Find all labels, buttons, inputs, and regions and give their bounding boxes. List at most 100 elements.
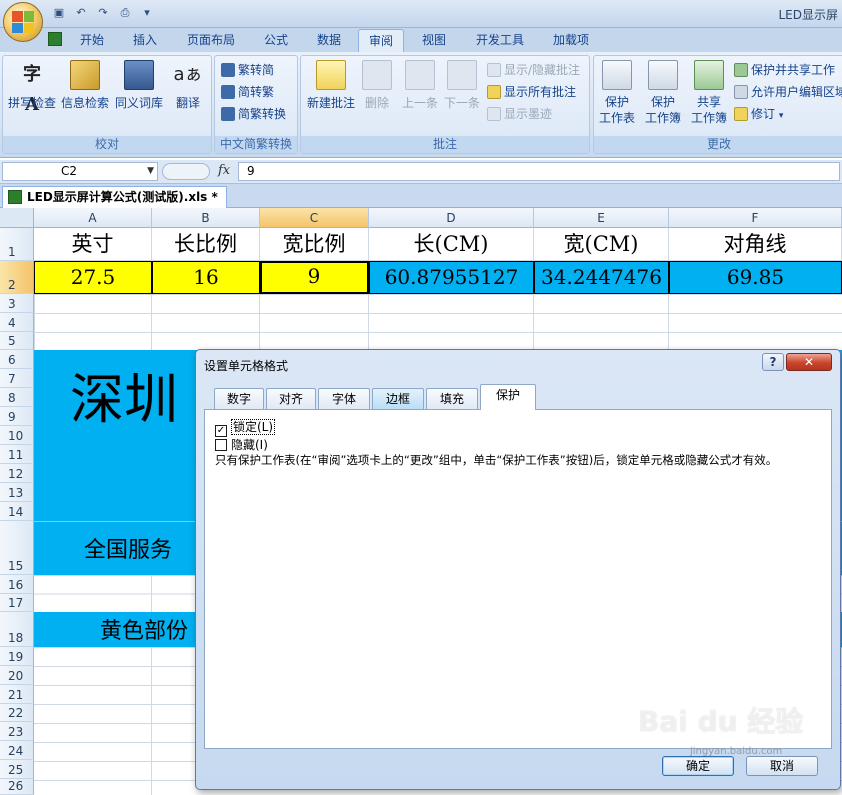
tab-data[interactable]: 数据 bbox=[307, 29, 351, 52]
row-header[interactable]: 26 bbox=[0, 779, 34, 795]
redo-icon[interactable]: ↷ bbox=[94, 4, 112, 22]
excel-icon-tab[interactable] bbox=[44, 29, 66, 52]
row-header[interactable]: 10 bbox=[0, 426, 34, 445]
row-header[interactable]: 13 bbox=[0, 483, 34, 502]
protect-sheet-button[interactable]: 保护 工作表 bbox=[596, 60, 638, 126]
cell-c1[interactable]: 宽比例 bbox=[260, 228, 369, 261]
save-icon[interactable]: ▣ bbox=[50, 4, 68, 22]
show-ink-button[interactable]: 显示墨迹 bbox=[487, 104, 552, 124]
cancel-button[interactable]: 取消 bbox=[746, 756, 818, 776]
spell-check-button[interactable]: 字A 拼写检查 bbox=[7, 60, 57, 115]
hidden-checkbox[interactable]: 隐藏(I) bbox=[215, 436, 268, 453]
cell-d2[interactable]: 60.87955127 bbox=[369, 261, 534, 294]
row-header[interactable]: 15 bbox=[0, 521, 34, 575]
row-header[interactable]: 18 bbox=[0, 612, 34, 647]
research-button[interactable]: 信息检索 bbox=[59, 60, 111, 111]
delete-comment-button[interactable]: 删除 bbox=[359, 60, 395, 111]
tab-developer[interactable]: 开发工具 bbox=[466, 29, 534, 52]
show-all-comments-button[interactable]: 显示所有批注 bbox=[487, 82, 576, 102]
row-header[interactable]: 16 bbox=[0, 575, 34, 594]
tab-border[interactable]: 边框 bbox=[372, 388, 424, 410]
cell-f2[interactable]: 69.85 bbox=[669, 261, 842, 294]
cell-b1[interactable]: 长比例 bbox=[152, 228, 260, 261]
row-header[interactable]: 23 bbox=[0, 722, 34, 741]
protect-and-share-button[interactable]: 保护并共享工作 bbox=[734, 60, 835, 80]
office-button[interactable] bbox=[3, 2, 43, 42]
cell-e2[interactable]: 34.2447476 bbox=[534, 261, 669, 294]
print-preview-icon[interactable]: ⎙ bbox=[116, 4, 134, 22]
protect-workbook-button[interactable]: 保护 工作簿 bbox=[640, 60, 686, 126]
locked-checkbox[interactable]: ✓ 锁定(L) bbox=[215, 418, 276, 437]
cell-a2[interactable]: 27.5 bbox=[34, 261, 152, 294]
undo-icon[interactable]: ↶ bbox=[72, 4, 90, 22]
column-header-c[interactable]: C bbox=[260, 208, 369, 228]
formula-bar-resize-handle[interactable] bbox=[162, 163, 210, 180]
tab-review[interactable]: 审阅 bbox=[358, 29, 405, 52]
track-changes-button[interactable]: 修订 ▾ bbox=[734, 104, 783, 124]
column-header-d[interactable]: D bbox=[369, 208, 534, 228]
ok-button[interactable]: 确定 bbox=[662, 756, 734, 776]
cell-a1[interactable]: 英寸 bbox=[34, 228, 152, 261]
thesaurus-button[interactable]: 同义词库 bbox=[113, 60, 165, 111]
row-header[interactable]: 3 bbox=[0, 294, 34, 313]
tab-page-layout[interactable]: 页面布局 bbox=[177, 29, 245, 52]
tab-addins[interactable]: 加载项 bbox=[543, 29, 599, 52]
select-all-corner[interactable] bbox=[0, 208, 34, 228]
row-header[interactable]: 2 bbox=[0, 261, 34, 294]
tab-protection[interactable]: 保护 bbox=[480, 384, 536, 410]
tab-home[interactable]: 开始 bbox=[70, 29, 114, 52]
tab-font[interactable]: 字体 bbox=[318, 388, 370, 410]
tab-view[interactable]: 视图 bbox=[412, 29, 456, 52]
previous-comment-button[interactable]: 上一条 bbox=[399, 60, 441, 111]
customize-icon[interactable]: ▾ bbox=[138, 4, 156, 22]
new-comment-button[interactable]: 新建批注 bbox=[305, 60, 357, 111]
close-button[interactable]: ✕ bbox=[786, 353, 832, 371]
row-header[interactable]: 1 bbox=[0, 228, 34, 261]
row-header[interactable]: 5 bbox=[0, 332, 34, 350]
row-header[interactable]: 21 bbox=[0, 685, 34, 704]
simp-trad-convert-button[interactable]: 简繁转换 bbox=[221, 104, 286, 124]
row-header[interactable]: 8 bbox=[0, 388, 34, 407]
row-header[interactable]: 6 bbox=[0, 350, 34, 369]
column-header-b[interactable]: B bbox=[152, 208, 260, 228]
help-button[interactable]: ? bbox=[762, 353, 784, 371]
row-header[interactable]: 20 bbox=[0, 666, 34, 685]
column-header-a[interactable]: A bbox=[34, 208, 152, 228]
row-header[interactable]: 24 bbox=[0, 741, 34, 760]
show-hide-comment-button[interactable]: 显示/隐藏批注 bbox=[487, 60, 580, 80]
cell-d1[interactable]: 长(CM) bbox=[369, 228, 534, 261]
formula-input[interactable]: 9 bbox=[238, 162, 840, 181]
changes-group: 保护 工作表 保护 工作簿 共享 工作簿 保护并共享工作 允许用户编辑区域 修订… bbox=[593, 55, 842, 154]
cell-f1[interactable]: 对角线 bbox=[669, 228, 842, 261]
workbook-tab[interactable]: LED显示屏计算公式(测试版).xls * bbox=[2, 186, 227, 208]
translate-button[interactable]: aぁ 翻译 bbox=[167, 60, 209, 111]
row-header[interactable]: 11 bbox=[0, 445, 34, 464]
column-header-e[interactable]: E bbox=[534, 208, 669, 228]
tab-fill[interactable]: 填充 bbox=[426, 388, 478, 410]
row-header[interactable]: 4 bbox=[0, 313, 34, 332]
tab-number[interactable]: 数字 bbox=[214, 388, 264, 410]
row-header[interactable]: 7 bbox=[0, 369, 34, 388]
tab-insert[interactable]: 插入 bbox=[123, 29, 167, 52]
simp-to-trad-button[interactable]: 简转繁 bbox=[221, 82, 274, 102]
row-header[interactable]: 25 bbox=[0, 760, 34, 779]
empty-cells[interactable] bbox=[34, 294, 842, 350]
row-header[interactable]: 12 bbox=[0, 464, 34, 483]
tab-formulas[interactable]: 公式 bbox=[254, 29, 298, 52]
name-box[interactable]: C2 ▼ bbox=[2, 162, 158, 181]
row-header[interactable]: 9 bbox=[0, 407, 34, 426]
cell-b2[interactable]: 16 bbox=[152, 261, 260, 294]
cell-c2[interactable]: 9 bbox=[260, 261, 369, 294]
row-header[interactable]: 19 bbox=[0, 647, 34, 666]
next-comment-button[interactable]: 下一条 bbox=[441, 60, 483, 111]
allow-edit-ranges-button[interactable]: 允许用户编辑区域 bbox=[734, 82, 842, 102]
cell-e1[interactable]: 宽(CM) bbox=[534, 228, 669, 261]
row-header[interactable]: 22 bbox=[0, 704, 34, 722]
insert-function-icon[interactable]: fx bbox=[218, 163, 230, 178]
row-header[interactable]: 17 bbox=[0, 594, 34, 612]
share-workbook-button[interactable]: 共享 工作簿 bbox=[688, 60, 730, 126]
row-header[interactable]: 14 bbox=[0, 502, 34, 521]
tab-alignment[interactable]: 对齐 bbox=[266, 388, 316, 410]
trad-to-simp-button[interactable]: 繁转简 bbox=[221, 60, 274, 80]
column-header-f[interactable]: F bbox=[669, 208, 842, 228]
